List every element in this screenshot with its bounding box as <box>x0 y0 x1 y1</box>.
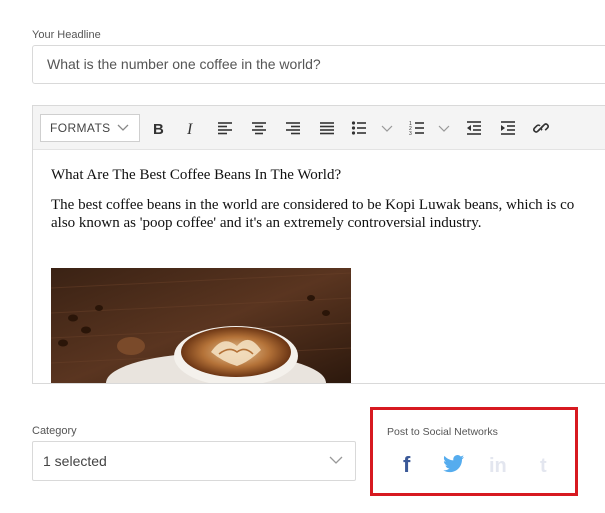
align-justify-icon[interactable] <box>319 120 335 136</box>
twitter-icon[interactable] <box>443 454 465 474</box>
category-select[interactable]: 1 selected <box>32 441 356 481</box>
svg-text:I: I <box>186 121 193 136</box>
chevron-down-icon[interactable] <box>381 120 393 136</box>
align-center-icon[interactable] <box>251 120 267 136</box>
indent-icon[interactable] <box>500 120 516 136</box>
svg-text:3: 3 <box>409 131 412 136</box>
social-networks-highlight: Post to Social Networks f in t <box>370 407 578 496</box>
chevron-down-icon[interactable] <box>438 120 450 136</box>
editor-toolbar: FORMATS B I 1 2 3 <box>33 106 605 150</box>
content-paragraph-line-2: also known as 'poop coffee' and it's an … <box>51 215 482 231</box>
rich-text-editor: FORMATS B I 1 2 3 What Are The Best Coff… <box>32 105 605 384</box>
formats-dropdown[interactable]: FORMATS <box>40 114 140 142</box>
italic-icon[interactable]: I <box>183 120 199 136</box>
numbered-list-icon[interactable]: 123 <box>409 120 425 136</box>
tumblr-icon[interactable]: t <box>539 452 553 474</box>
editor-content[interactable]: What Are The Best Coffee Beans In The Wo… <box>51 166 605 244</box>
svg-text:t: t <box>540 455 547 474</box>
outdent-icon[interactable] <box>466 120 482 136</box>
category-value: 1 selected <box>43 453 107 469</box>
facebook-icon[interactable]: f <box>401 452 417 476</box>
align-right-icon[interactable] <box>285 120 301 136</box>
headline-input[interactable]: What is the number one coffee in the wor… <box>32 45 605 84</box>
formats-label: FORMATS <box>50 121 111 135</box>
social-networks-label: Post to Social Networks <box>387 426 498 438</box>
link-icon[interactable] <box>533 120 549 136</box>
bold-icon[interactable]: B <box>150 120 166 136</box>
linkedin-icon[interactable]: in <box>489 454 511 474</box>
content-paragraph-line-1: The best coffee beans in the world are c… <box>51 197 575 213</box>
svg-text:f: f <box>403 452 411 476</box>
bullet-list-icon[interactable] <box>351 120 367 136</box>
chevron-down-icon <box>117 124 129 131</box>
headline-label: Your Headline <box>32 29 101 41</box>
category-label: Category <box>32 425 77 437</box>
chevron-down-icon <box>329 456 343 464</box>
coffee-cup-image <box>51 268 351 383</box>
align-left-icon[interactable] <box>217 120 233 136</box>
svg-text:in: in <box>489 455 507 474</box>
svg-text:B: B <box>153 121 164 136</box>
content-heading: What Are The Best Coffee Beans In The Wo… <box>51 167 342 183</box>
